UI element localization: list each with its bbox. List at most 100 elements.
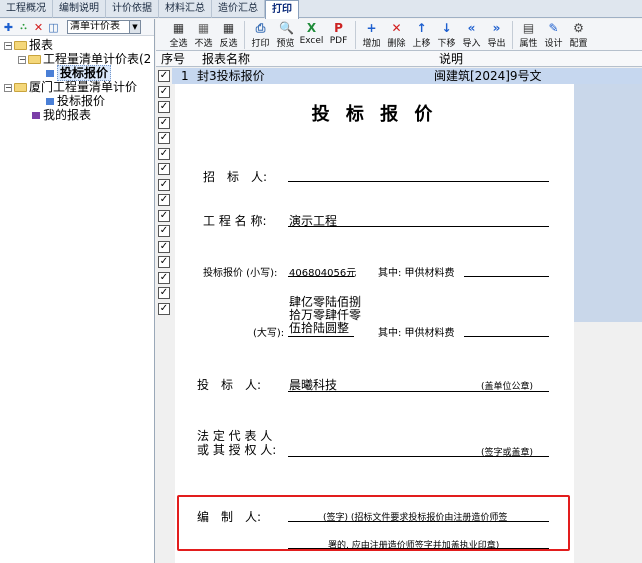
- col-desc-header[interactable]: 说明: [439, 51, 463, 67]
- move-up-button[interactable]: ↑ 上移: [409, 19, 434, 51]
- toolbar-button-label: 设计: [544, 39, 563, 49]
- report-title: 投 标 报 价: [311, 104, 438, 125]
- tree-node-group2-bid-price[interactable]: 投标报价: [46, 94, 105, 109]
- select-none-icon: ▦: [197, 21, 210, 35]
- report-list-row[interactable]: 1 封3投标报价 闽建筑[2024]9号文: [172, 68, 642, 84]
- chevron-down-icon[interactable]: ▼: [129, 21, 140, 33]
- toolbar-separator: [355, 21, 356, 49]
- split-icon[interactable]: ◫: [48, 22, 59, 33]
- tab-material-summary[interactable]: 材料汇总: [159, 0, 212, 18]
- report-icon: [46, 70, 54, 77]
- tab-cost-summary[interactable]: 造价汇总: [212, 0, 265, 18]
- move-down-icon: ↓: [441, 21, 452, 35]
- owner-supply-line-1: [464, 276, 549, 277]
- toolbar-button-label: 导出: [487, 39, 506, 49]
- tree-node-my-reports[interactable]: 我的报表: [32, 108, 91, 123]
- tree-add-icon[interactable]: ⛬: [18, 22, 29, 33]
- import-icon: «: [467, 21, 476, 35]
- row-checkbox[interactable]: ✓: [158, 240, 170, 253]
- row-checkbox[interactable]: ✓: [158, 85, 170, 98]
- report-type-select[interactable]: 清单计价表 ▼: [67, 20, 141, 34]
- pdf-button[interactable]: P PDF: [325, 19, 352, 51]
- design-button[interactable]: ✎ 设计: [541, 19, 566, 51]
- design-icon: ✎: [548, 21, 559, 35]
- owner-supply-label-2: 其中: 甲供材料费: [378, 328, 455, 339]
- excel-button[interactable]: X Excel: [298, 19, 325, 51]
- bid-price-upper-value: 肆亿零陆佰捌 拾万零肆仟零 伍拾陆圆整: [289, 296, 361, 335]
- delete-icon: ✕: [391, 21, 402, 35]
- folder-icon: [14, 41, 27, 50]
- bid-price-upper-line: [288, 336, 354, 337]
- config-button[interactable]: ⚙ 配置: [566, 19, 591, 51]
- row-checkbox[interactable]: ✓: [158, 163, 170, 175]
- owner-supply-line-2: [464, 336, 549, 337]
- tenderer-line: [288, 181, 549, 182]
- delete-button[interactable]: ✕ 删除: [384, 19, 409, 51]
- select-all-icon: ▦: [172, 21, 185, 35]
- delete-icon[interactable]: ✕: [33, 22, 44, 33]
- move-up-icon: ↑: [416, 21, 427, 35]
- tree-node-label: 我的报表: [43, 108, 92, 122]
- export-button[interactable]: » 导出: [484, 19, 509, 51]
- tree-node-group1-bid-price[interactable]: 投标报价: [46, 65, 112, 81]
- tree-node-label: 投标报价: [57, 94, 106, 108]
- row-checkbox[interactable]: ✓: [158, 194, 170, 206]
- config-icon: ⚙: [573, 21, 584, 35]
- bidder-line: [288, 391, 549, 392]
- tab-pricing-basis[interactable]: 计价依据: [106, 0, 159, 18]
- export-icon: »: [492, 21, 501, 35]
- tree-node-label: 投标报价: [57, 65, 112, 81]
- collapse-icon[interactable]: −: [18, 56, 26, 64]
- excel-icon: X: [306, 21, 317, 35]
- row-checkbox[interactable]: ✓: [158, 147, 170, 160]
- project-name-label: 工 程 名 称:: [203, 214, 267, 228]
- print-button[interactable]: ⎙ 打印: [248, 19, 273, 51]
- bid-price-label: 投标报价 (小写):: [203, 268, 278, 279]
- add-button[interactable]: + 增加: [359, 19, 384, 51]
- tree-node-label: 报表: [29, 38, 54, 52]
- tab-project-overview[interactable]: 工程概况: [0, 0, 53, 18]
- row-checkbox[interactable]: ✓: [158, 271, 170, 284]
- tab-compile-notes[interactable]: 编制说明: [53, 0, 106, 18]
- move-down-button[interactable]: ↓ 下移: [434, 19, 459, 51]
- row-checkbox[interactable]: ✓: [158, 116, 170, 129]
- bidder-label: 投 标 人:: [197, 378, 262, 392]
- row-checkbox[interactable]: ✓: [158, 225, 170, 237]
- row-checkbox[interactable]: ✓: [158, 302, 170, 315]
- toolbar-button-label: Excel: [299, 36, 324, 46]
- select-none-button[interactable]: ▦ 不选: [191, 19, 216, 51]
- toolbar-button-label: 下移: [437, 39, 456, 49]
- invert-select-button[interactable]: ▦ 反选: [216, 19, 241, 51]
- folder-icon: [28, 55, 41, 64]
- tab-print[interactable]: 打印: [265, 0, 299, 19]
- row-name: 封3投标报价: [197, 69, 265, 83]
- col-seq-header[interactable]: 序号: [161, 51, 185, 67]
- row-checkbox[interactable]: ✓: [158, 70, 170, 82]
- row-checkbox[interactable]: ✓: [158, 101, 170, 113]
- tree-node-label: 厦门工程量清单计价: [29, 80, 138, 94]
- tree-node-group2[interactable]: − 厦门工程量清单计价: [4, 80, 137, 95]
- collapse-icon[interactable]: −: [4, 84, 12, 92]
- row-checkbox[interactable]: ✓: [158, 132, 170, 144]
- tree-node-root[interactable]: − 报表: [4, 38, 53, 53]
- bid-price-line: [288, 276, 354, 277]
- select-all-button[interactable]: ▦ 全选: [166, 19, 191, 51]
- import-button[interactable]: « 导入: [459, 19, 484, 51]
- col-name-header[interactable]: 报表名称: [202, 51, 250, 67]
- properties-icon: ▤: [522, 21, 535, 35]
- legal-rep-label-line-1: 法 定 代 表 人: [197, 429, 273, 443]
- highlight-box: [177, 495, 570, 551]
- tree-toolbar: ✚ ⛬ ✕ ◫ 清单计价表 ▼: [0, 19, 154, 36]
- row-checkbox[interactable]: ✓: [158, 256, 170, 268]
- toolbar-button-label: PDF: [329, 36, 348, 46]
- preview-button[interactable]: 🔍 预览: [273, 19, 298, 51]
- row-checkbox[interactable]: ✓: [158, 209, 170, 222]
- invert-select-icon: ▦: [222, 21, 235, 35]
- list-background: [574, 84, 642, 322]
- properties-button[interactable]: ▤ 属性: [516, 19, 541, 51]
- row-checkbox[interactable]: ✓: [158, 287, 170, 299]
- row-checkbox[interactable]: ✓: [158, 178, 170, 191]
- legal-rep-line: [288, 456, 549, 457]
- collapse-icon[interactable]: −: [4, 42, 12, 50]
- add-icon[interactable]: ✚: [3, 22, 14, 33]
